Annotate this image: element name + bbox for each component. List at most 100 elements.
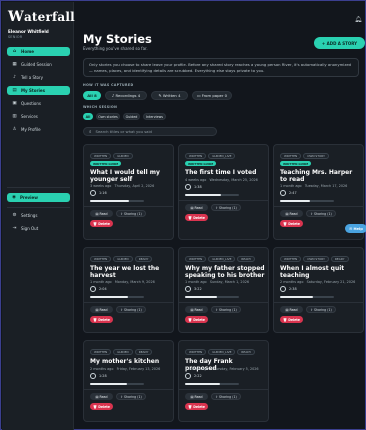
story-tag: READY xyxy=(134,349,153,355)
sharing-button[interactable]: ⇪ Sharing (1) xyxy=(211,204,241,211)
read-button[interactable]: ▤ Read xyxy=(280,306,303,313)
app-logo[interactable]: Waterfall xyxy=(8,9,75,25)
story-card[interactable]: WRITTEN GUIDED READY The year we lost the h… xyxy=(83,247,174,333)
story-card[interactable]: WRITTEN OWN STORY READY When I almost quit … xyxy=(273,247,364,333)
story-duration: 2:38 xyxy=(280,286,297,292)
story-title[interactable]: When I almost quit teaching xyxy=(280,265,360,279)
story-progress xyxy=(90,200,144,202)
read-button[interactable]: ▤ Read xyxy=(185,306,208,313)
share-icon: ⇪ xyxy=(310,307,313,312)
book-icon: ▤ xyxy=(95,307,99,312)
sidebar-item-home[interactable]: ⌂ Home xyxy=(7,47,70,56)
story-title[interactable]: What I would tell my younger self xyxy=(90,169,170,183)
story-tag: READY xyxy=(237,349,256,355)
sharing-button[interactable]: ⇪ Sharing (1) xyxy=(306,210,336,217)
sharing-button[interactable]: ⇪ Sharing (1) xyxy=(116,393,146,400)
story-card[interactable]: WRITTEN GUIDED_LIVE READY Why my father sto… xyxy=(178,247,269,333)
filter-all-captures[interactable]: All 8 xyxy=(83,91,101,100)
story-title[interactable]: The first time I voted xyxy=(185,169,265,176)
read-button[interactable]: ▤ Read xyxy=(280,210,303,217)
story-tags: WRITTEN GUIDED READY xyxy=(90,349,153,355)
story-duration: 1:38 xyxy=(185,184,202,190)
story-duration: 1:16 xyxy=(90,190,107,196)
clock-icon xyxy=(185,184,191,190)
sidebar-item-services[interactable]: ▥ Services xyxy=(7,112,70,121)
delete-button[interactable]: 🗑︎ Delete xyxy=(185,403,208,410)
sharing-button[interactable]: ⇪ Sharing (1) xyxy=(116,306,146,313)
filter-interviews[interactable]: Interviews xyxy=(143,113,166,120)
story-title[interactable]: The year we lost the harvest xyxy=(90,265,170,279)
sidebar-item-my-stories[interactable]: ▤ My Stories xyxy=(7,86,70,95)
sidebar-item-my-profile[interactable]: ♙ My Profile xyxy=(7,125,70,134)
story-card[interactable]: WRITTEN GUIDED READY My mother's kitchen 2 m… xyxy=(83,340,174,422)
story-title[interactable]: My mother's kitchen xyxy=(90,358,170,365)
sidebar-divider xyxy=(7,207,70,208)
clock-icon xyxy=(90,286,96,292)
story-tag: WRITTEN xyxy=(185,153,207,159)
story-tag: READY xyxy=(237,256,256,262)
sharing-button[interactable]: ⇪ Sharing (1) xyxy=(116,210,146,217)
calendar-icon: ▦ xyxy=(12,62,17,67)
delete-button[interactable]: 🗑︎ Delete xyxy=(90,403,113,410)
story-date: 3 weeks ago Thursday, April 2, 2026 xyxy=(90,184,155,188)
story-date: 4 weeks ago Wednesday, March 25, 2026 xyxy=(185,178,258,182)
share-icon: ⇪ xyxy=(120,394,123,399)
add-story-button[interactable]: + ADD A STORY xyxy=(314,37,365,49)
story-tag: READY xyxy=(134,256,153,262)
story-tag: WRITTEN xyxy=(280,256,302,262)
story-title[interactable]: Why my father stopped speaking to his br… xyxy=(185,265,265,279)
pen-icon: ✎ xyxy=(158,93,162,98)
filter-recordings[interactable]: ♪ Recordings 4 xyxy=(105,91,147,100)
sidebar-item-sign-out[interactable]: ⇥ Sign Out xyxy=(7,224,70,233)
delete-button[interactable]: 🗑︎ Delete xyxy=(90,220,113,227)
filter-session-all[interactable]: All xyxy=(83,113,93,120)
user-icon: ♙ xyxy=(12,127,17,132)
capture-filter-label: HOW IT WAS CAPTURED xyxy=(83,83,134,87)
filter-from-paper[interactable]: ▭ From paper 0 xyxy=(192,91,232,100)
bell-icon[interactable]: 🔔︎ xyxy=(354,16,362,23)
delete-button[interactable]: 🗑︎ Delete xyxy=(185,316,208,323)
read-button[interactable]: ▤ Read xyxy=(185,393,208,400)
chat-icon: ✉ xyxy=(349,226,353,231)
story-tag: GUIDED_LIVE xyxy=(208,256,236,262)
read-button[interactable]: ▤ Read xyxy=(90,393,113,400)
filter-written[interactable]: ✎ Written 4 xyxy=(151,91,188,100)
gear-icon: ⚙ xyxy=(12,213,17,218)
read-button[interactable]: ▤ Read xyxy=(90,306,113,313)
story-tag: WRITTEN xyxy=(90,256,112,262)
app-frame: Waterfall Eleanor Whitfield SENIOR ⌂ Home… xyxy=(0,0,366,430)
trash-icon: 🗑︎ xyxy=(93,317,98,322)
search-input[interactable]: ⌕ Search titles or what you said xyxy=(83,127,217,136)
sharing-button[interactable]: ⇪ Sharing (1) xyxy=(306,306,336,313)
question-icon: ▣ xyxy=(12,101,17,106)
sidebar-item-questions[interactable]: ▣ Questions xyxy=(7,99,70,108)
preview-button[interactable]: ◉ Preview xyxy=(7,193,70,202)
story-progress xyxy=(90,383,144,385)
story-date: 1 month ago Monday, March 9, 2026 xyxy=(90,280,155,284)
read-button[interactable]: ▤ Read xyxy=(90,210,113,217)
delete-button[interactable]: 🗑︎ Delete xyxy=(280,220,303,227)
story-tag: GUIDED xyxy=(113,153,133,159)
filter-guided[interactable]: Guided xyxy=(123,113,140,120)
book-icon: ▤ xyxy=(95,394,99,399)
delete-button[interactable]: 🗑︎ Delete xyxy=(280,316,303,323)
written-guide-badge: WRITTEN GUIDE xyxy=(185,161,217,166)
filter-own-stories[interactable]: Own stories xyxy=(96,113,120,120)
sidebar-item-guided-session[interactable]: ▦ Guided Session xyxy=(7,60,70,69)
written-guide-badge: WRITTEN GUIDE xyxy=(90,161,122,166)
story-progress-fill xyxy=(90,200,129,202)
user-name: Eleanor Whitfield xyxy=(8,29,49,34)
story-tag: GUIDED xyxy=(113,256,133,262)
story-title[interactable]: Teaching Mrs. Harper to read xyxy=(280,169,360,183)
help-button[interactable]: ✉ Help xyxy=(345,224,366,233)
read-button[interactable]: ▤ Read xyxy=(185,204,208,211)
delete-button[interactable]: 🗑︎ Delete xyxy=(185,214,208,221)
story-card[interactable]: WRITTEN GUIDED_LIVE WRITTEN GUIDE The first… xyxy=(178,144,269,240)
sharing-button[interactable]: ⇪ Sharing (1) xyxy=(211,393,241,400)
story-card[interactable]: WRITTEN GUIDED WRITTEN GUIDE What I would t… xyxy=(83,144,174,240)
sharing-button[interactable]: ⇪ Sharing (1) xyxy=(211,306,241,313)
sidebar-item-settings[interactable]: ⚙ Settings xyxy=(7,211,70,220)
sidebar-item-tell-a-story[interactable]: ♪ Tell a Story xyxy=(7,73,70,82)
story-card[interactable]: WRITTEN GUIDED_LIVE READY The day Frank pro… xyxy=(178,340,269,422)
delete-button[interactable]: 🗑︎ Delete xyxy=(90,316,113,323)
